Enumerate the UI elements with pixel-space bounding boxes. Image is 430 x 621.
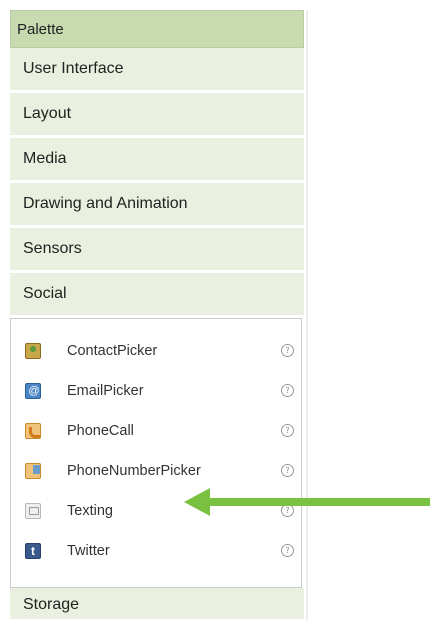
contact-picker-icon [25,343,41,359]
category-layout[interactable]: Layout [10,93,304,137]
category-user-interface[interactable]: User Interface [10,48,304,92]
component-label: PhoneNumberPicker [67,463,201,479]
component-label: Texting [67,503,113,519]
component-twitter[interactable]: Twitter ? [11,531,301,571]
texting-icon [25,503,41,519]
arrow-shape [184,488,430,516]
category-media[interactable]: Media [10,138,304,182]
component-phone-call[interactable]: PhoneCall ? [11,411,301,451]
category-social[interactable]: Social [10,273,304,317]
annotation-arrow-icon [184,488,430,516]
help-icon[interactable]: ? [281,424,294,437]
component-label: Twitter [67,543,110,559]
help-icon[interactable]: ? [281,544,294,557]
help-icon[interactable]: ? [281,384,294,397]
palette-header: Palette [10,10,304,48]
category-drawing-and-animation[interactable]: Drawing and Animation [10,183,304,227]
category-storage[interactable]: Storage [10,588,304,621]
twitter-icon [25,543,41,559]
help-icon[interactable]: ? [281,344,294,357]
phone-number-picker-icon [25,463,41,479]
component-label: PhoneCall [67,423,134,439]
component-email-picker[interactable]: EmailPicker ? [11,371,301,411]
social-component-list: ContactPicker ? EmailPicker ? PhoneCall … [10,318,302,588]
component-contact-picker[interactable]: ContactPicker ? [11,331,301,371]
component-label: ContactPicker [67,343,158,359]
email-picker-icon [25,383,41,399]
component-label: EmailPicker [67,383,144,399]
page: Palette User Interface Layout Media Draw… [0,0,430,621]
component-phone-number-picker[interactable]: PhoneNumberPicker ? [11,451,301,491]
help-icon[interactable]: ? [281,464,294,477]
category-sensors[interactable]: Sensors [10,228,304,272]
palette-panel: Palette User Interface Layout Media Draw… [10,10,308,621]
phone-call-icon [25,423,41,439]
